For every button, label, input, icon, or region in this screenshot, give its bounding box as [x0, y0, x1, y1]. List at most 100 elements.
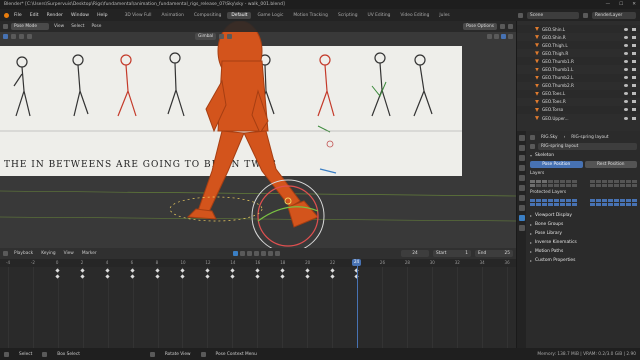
keyframe[interactable]: [230, 268, 235, 273]
select-box-icon[interactable]: [11, 34, 16, 39]
viewport-shading-icon[interactable]: [500, 24, 505, 29]
keyframe[interactable]: [55, 268, 60, 273]
maximize-button[interactable]: ☐: [619, 2, 623, 7]
menu-file[interactable]: File: [11, 12, 25, 19]
pivot-icon[interactable]: [219, 34, 225, 39]
render-camera-icon[interactable]: [632, 59, 636, 63]
outliner-item[interactable]: GEO.Toes.R: [517, 98, 640, 106]
outliner-item[interactable]: GEO.Thumb1.R: [517, 57, 640, 66]
protected-layers-right[interactable]: [590, 198, 637, 206]
keyframe[interactable]: [280, 268, 285, 273]
render-layer-selector[interactable]: RenderLayer: [592, 11, 636, 19]
menu-window[interactable]: Window: [68, 12, 92, 19]
keyframe[interactable]: [180, 268, 185, 273]
panel-header[interactable]: Viewport Display: [530, 211, 637, 220]
outliner-item[interactable]: GEO.Toes.L: [517, 89, 640, 98]
render-camera-icon[interactable]: [632, 51, 636, 55]
close-button[interactable]: ✕: [632, 2, 636, 7]
tab-default[interactable]: Default: [227, 11, 252, 19]
skeleton-panel-header[interactable]: Skeleton: [530, 151, 637, 160]
play-reverse-icon[interactable]: [253, 251, 259, 256]
render-camera-icon[interactable]: [632, 43, 636, 47]
select-tool-icon[interactable]: [3, 34, 8, 39]
outliner-item[interactable]: GEO.Thumb2.R: [517, 82, 640, 90]
outliner-item[interactable]: GEO.Upper...: [517, 114, 640, 122]
render-camera-icon[interactable]: [632, 68, 636, 72]
visibility-eye-icon[interactable]: [624, 27, 628, 31]
keyframe-area[interactable]: 24: [0, 259, 516, 348]
menu-render[interactable]: Render: [44, 12, 66, 19]
current-frame-field[interactable]: 24: [401, 250, 429, 257]
outliner-item[interactable]: GEO.Shin.L: [517, 25, 640, 34]
jump-end-icon[interactable]: [274, 251, 280, 256]
timeline-menu-marker[interactable]: Marker: [80, 250, 99, 257]
visibility-eye-icon[interactable]: [624, 43, 628, 47]
visibility-eye-icon[interactable]: [624, 68, 628, 72]
snap-icon[interactable]: [227, 34, 233, 39]
rest-position-button[interactable]: Rest Position: [584, 161, 637, 168]
playhead[interactable]: [356, 259, 358, 348]
bone-layers-right[interactable]: [590, 179, 637, 187]
panel-header[interactable]: Bone Groups: [530, 220, 637, 229]
render-camera-icon[interactable]: [632, 108, 636, 112]
keyframe[interactable]: [329, 268, 335, 273]
play-icon[interactable]: [260, 251, 266, 256]
visibility-eye-icon[interactable]: [624, 108, 628, 112]
keyframe[interactable]: [130, 274, 135, 279]
keyframe[interactable]: [329, 274, 335, 279]
tab-motion-tracking[interactable]: Motion Tracking: [289, 12, 332, 19]
tab-3d-view-full[interactable]: 3D View Full: [121, 12, 156, 19]
outliner-item[interactable]: GEO.Thumb2.L: [517, 73, 640, 82]
menu-help[interactable]: Help: [94, 12, 110, 19]
material-shading-icon[interactable]: [508, 34, 513, 39]
record-icon[interactable]: [232, 251, 238, 256]
viewport-gizmo-icon[interactable]: [487, 34, 492, 39]
render-tab-icon[interactable]: [518, 145, 525, 151]
render-camera-icon[interactable]: [632, 92, 636, 96]
playhead-frame-label[interactable]: 24: [351, 259, 362, 266]
object-tab-icon[interactable]: [518, 185, 525, 191]
visibility-eye-icon[interactable]: [624, 76, 628, 80]
keyframe[interactable]: [230, 274, 235, 279]
render-camera-icon[interactable]: [632, 35, 636, 39]
tab-compositing[interactable]: Compositing: [190, 12, 226, 19]
keyframe[interactable]: [105, 274, 110, 279]
wireframe-shading-icon[interactable]: [494, 34, 499, 39]
tool-tab-icon[interactable]: [518, 135, 525, 141]
transform-orientation-selector[interactable]: Gimbal: [195, 33, 217, 40]
visibility-eye-icon[interactable]: [624, 116, 628, 120]
viewport-menu-view[interactable]: View: [52, 23, 66, 30]
keyframe[interactable]: [105, 268, 110, 273]
tab-animation[interactable]: Animation: [157, 12, 187, 19]
outliner[interactable]: GEO.Shin.L GEO.Shin.R GEO.Thigh.L GEO.Thigh…: [516, 21, 640, 131]
scene-tab-icon[interactable]: [518, 165, 525, 171]
render-camera-icon[interactable]: [632, 27, 636, 31]
keyframe[interactable]: [155, 274, 160, 279]
timeline-menu-view[interactable]: View: [62, 250, 76, 257]
panel-header[interactable]: Motion Paths: [530, 247, 637, 256]
timeline-menu-playback[interactable]: Playback: [12, 250, 35, 257]
panel-header[interactable]: Pose Library: [530, 229, 637, 238]
timeline-menu-keying[interactable]: Keying: [39, 250, 57, 257]
select-lasso-icon[interactable]: [27, 34, 32, 39]
outliner-item[interactable]: GEO.Torso: [517, 105, 640, 115]
keyframe[interactable]: [205, 274, 210, 279]
keyframe[interactable]: [255, 268, 260, 273]
keyframe[interactable]: [180, 274, 185, 279]
jump-start-icon[interactable]: [239, 251, 245, 256]
pose-options-button[interactable]: Pose Options: [463, 23, 497, 30]
overlay-icon[interactable]: [508, 24, 513, 29]
tab-scripting[interactable]: Scripting: [334, 12, 362, 19]
solid-shading-icon[interactable]: [501, 34, 506, 39]
keyframe[interactable]: [80, 274, 85, 279]
tab-video-editing[interactable]: Video Editing: [396, 12, 433, 19]
output-tab-icon[interactable]: [518, 155, 525, 161]
outliner-item[interactable]: GEO.Thumb1.L: [517, 65, 640, 73]
panel-header[interactable]: Custom Properties: [530, 256, 637, 265]
armature-data-tab-icon[interactable]: [518, 215, 525, 221]
pose-position-button[interactable]: Pose Position: [530, 161, 583, 168]
render-camera-icon[interactable]: [632, 116, 636, 120]
render-camera-icon[interactable]: [632, 100, 636, 104]
world-tab-icon[interactable]: [518, 175, 525, 181]
timeline-ruler[interactable]: -4-2024681012141618202224262830323436: [0, 259, 516, 267]
